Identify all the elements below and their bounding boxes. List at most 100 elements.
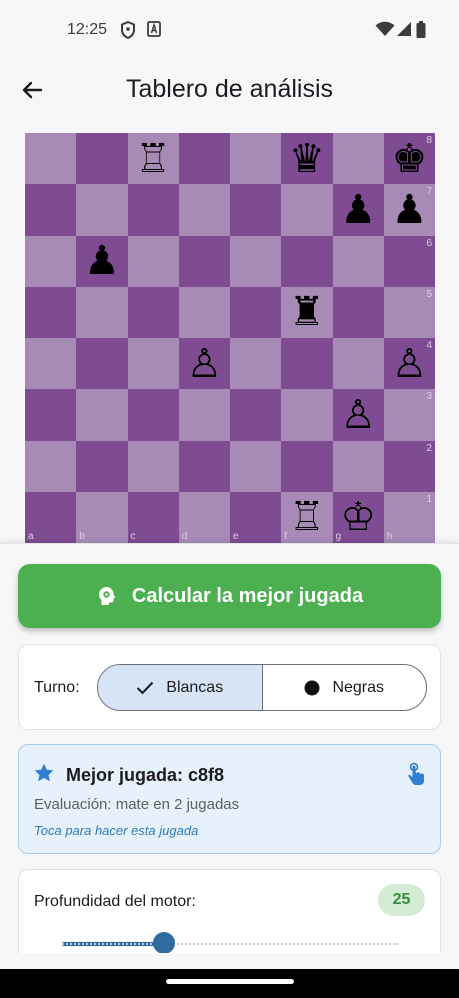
- square-b5[interactable]: [76, 286, 128, 338]
- square-g1[interactable]: g ♔: [332, 491, 384, 543]
- slider-active-track: [62, 942, 165, 946]
- touch-app-icon[interactable]: [406, 762, 426, 791]
- square-a7[interactable]: [25, 184, 77, 236]
- black-pawn-piece[interactable]: ♟: [391, 190, 427, 230]
- square-f8[interactable]: ♛: [281, 133, 333, 185]
- slider-thumb[interactable]: [153, 932, 176, 954]
- square-b7[interactable]: [76, 184, 128, 236]
- square-e7[interactable]: [230, 184, 282, 236]
- square-g3[interactable]: ♙: [332, 389, 384, 441]
- square-d1[interactable]: d: [178, 491, 230, 543]
- shield-icon: [120, 20, 136, 44]
- square-h5[interactable]: 5: [383, 286, 435, 338]
- square-c4[interactable]: [127, 338, 179, 390]
- white-rook-piece[interactable]: ♖: [289, 497, 325, 537]
- square-a8[interactable]: [25, 133, 77, 185]
- turn-card: Turno: Blancas Negras: [18, 644, 441, 730]
- depth-label: Profundidad del motor:: [34, 893, 196, 910]
- square-d5[interactable]: [178, 286, 230, 338]
- calculate-best-move-button[interactable]: Calcular la mejor jugada: [18, 564, 441, 628]
- square-b8[interactable]: [76, 133, 128, 185]
- square-h3[interactable]: 3: [383, 389, 435, 441]
- square-e8[interactable]: [230, 133, 282, 185]
- square-a6[interactable]: [25, 235, 77, 287]
- black-pawn-piece[interactable]: ♟: [340, 190, 376, 230]
- rank-label: 3: [426, 391, 432, 403]
- square-d8[interactable]: [178, 133, 230, 185]
- square-g8[interactable]: [332, 133, 384, 185]
- square-d7[interactable]: [178, 184, 230, 236]
- chess-board[interactable]: ♖ ♛ 8 ♚ ♟ 7 ♟ ♟ 6 ♜ 5 ♙ 4 ♙ ♙ 3 2 a b c d e f ♖ g ♔ 1 h: [25, 133, 435, 543]
- square-f6[interactable]: [281, 235, 333, 287]
- square-d2[interactable]: [178, 440, 230, 492]
- black-rook-piece[interactable]: ♜: [289, 292, 325, 332]
- square-a1[interactable]: a: [25, 491, 77, 543]
- star-icon: [33, 762, 55, 789]
- square-h8[interactable]: 8 ♚: [383, 133, 435, 185]
- square-c2[interactable]: [127, 440, 179, 492]
- black-pawn-piece[interactable]: ♟: [84, 241, 120, 281]
- rank-label: 7: [426, 186, 432, 198]
- file-label: e: [233, 531, 239, 542]
- square-a3[interactable]: [25, 389, 77, 441]
- square-e2[interactable]: [230, 440, 282, 492]
- square-b4[interactable]: [76, 338, 128, 390]
- square-f3[interactable]: [281, 389, 333, 441]
- turn-label: Turno:: [34, 679, 80, 696]
- control-panel: Calcular la mejor jugada Turno: Blancas …: [0, 543, 459, 979]
- white-rook-piece[interactable]: ♖: [135, 139, 171, 179]
- turn-option-blancas[interactable]: Blancas: [98, 665, 263, 710]
- square-c3[interactable]: [127, 389, 179, 441]
- white-pawn-piece[interactable]: ♙: [340, 395, 376, 435]
- square-e1[interactable]: e: [230, 491, 282, 543]
- square-h2[interactable]: 2: [383, 440, 435, 492]
- home-handle[interactable]: [166, 979, 294, 984]
- best-move-evaluation: Evaluación: mate en 2 jugadas: [34, 796, 240, 813]
- square-d3[interactable]: [178, 389, 230, 441]
- black-king-piece[interactable]: ♚: [391, 139, 427, 179]
- square-e4[interactable]: [230, 338, 282, 390]
- square-b1[interactable]: b: [76, 491, 128, 543]
- square-e3[interactable]: [230, 389, 282, 441]
- square-h4[interactable]: 4 ♙: [383, 338, 435, 390]
- square-a5[interactable]: [25, 286, 77, 338]
- square-b3[interactable]: [76, 389, 128, 441]
- square-c1[interactable]: c: [127, 491, 179, 543]
- square-g2[interactable]: [332, 440, 384, 492]
- square-e6[interactable]: [230, 235, 282, 287]
- square-f4[interactable]: [281, 338, 333, 390]
- square-g7[interactable]: ♟: [332, 184, 384, 236]
- white-king-piece[interactable]: ♔: [340, 497, 376, 537]
- square-g5[interactable]: [332, 286, 384, 338]
- white-pawn-piece[interactable]: ♙: [186, 344, 222, 384]
- square-f2[interactable]: [281, 440, 333, 492]
- square-b6[interactable]: ♟: [76, 235, 128, 287]
- square-h1[interactable]: 1h: [383, 491, 435, 543]
- square-c7[interactable]: [127, 184, 179, 236]
- best-move-card[interactable]: Mejor jugada: c8f8 Evaluación: mate en 2…: [18, 744, 441, 854]
- square-c6[interactable]: [127, 235, 179, 287]
- square-c5[interactable]: [127, 286, 179, 338]
- square-b2[interactable]: [76, 440, 128, 492]
- square-f5[interactable]: ♜: [281, 286, 333, 338]
- gesture-area: [0, 969, 459, 998]
- square-c8[interactable]: ♖: [127, 133, 179, 185]
- square-d4[interactable]: ♙: [178, 338, 230, 390]
- square-g4[interactable]: [332, 338, 384, 390]
- square-a4[interactable]: [25, 338, 77, 390]
- square-a2[interactable]: [25, 440, 77, 492]
- square-e5[interactable]: [230, 286, 282, 338]
- square-g6[interactable]: [332, 235, 384, 287]
- square-d6[interactable]: [178, 235, 230, 287]
- square-f1[interactable]: f ♖: [281, 491, 333, 543]
- turn-option-label: Negras: [332, 678, 385, 696]
- square-h6[interactable]: 6: [383, 235, 435, 287]
- black-queen-piece[interactable]: ♛: [289, 139, 325, 179]
- square-h7[interactable]: 7 ♟: [383, 184, 435, 236]
- square-f7[interactable]: [281, 184, 333, 236]
- file-label: a: [28, 531, 34, 542]
- white-pawn-piece[interactable]: ♙: [391, 344, 427, 384]
- analysis-screen: 12:25 Tablero de análisis ♖ ♛ 8 ♚ ♟ 7 ♟ ♟ 6 ♜ 5 ♙ 4 ♙…: [0, 0, 459, 998]
- turn-option-negras[interactable]: Negras: [263, 665, 427, 710]
- file-label: c: [130, 531, 136, 542]
